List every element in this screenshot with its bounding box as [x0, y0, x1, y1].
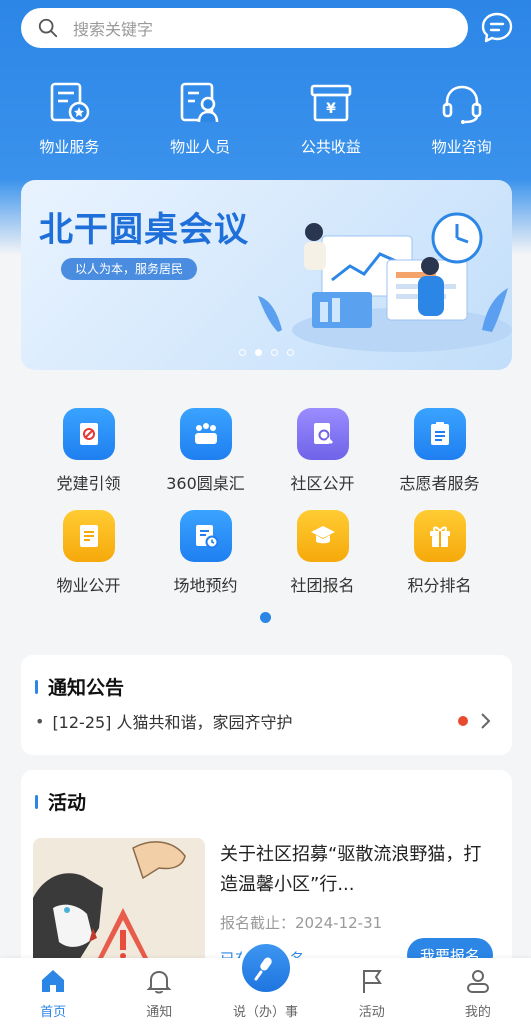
- quick-property-service[interactable]: 物业服务: [9, 80, 129, 160]
- activity-thumbnail[interactable]: [33, 838, 205, 970]
- search-icon: [38, 18, 58, 38]
- banner-carousel[interactable]: 北干圆桌会议 以人为本，服务居民: [21, 180, 512, 370]
- microphone-icon: [254, 957, 272, 981]
- grid-label: 场地预约: [173, 576, 238, 595]
- property-service-icon: [51, 82, 90, 123]
- chevron-right-icon: [481, 713, 491, 729]
- grid-item-points[interactable]: 积分排名: [381, 510, 498, 596]
- notice-card: 通知公告 • [12-25] 人猫共和谐，家园齐守护: [21, 655, 512, 755]
- banner-title: 北干圆桌会议: [39, 210, 249, 250]
- meeting-table-icon: [179, 408, 232, 460]
- grid-label: 物业公开: [56, 576, 121, 595]
- tab-label: 我的: [464, 1005, 491, 1020]
- grid-label: 志愿者服务: [399, 474, 480, 493]
- activity-item-title[interactable]: 关于社区招募“驱散流浪野猫，打造温馨小区”行...: [220, 840, 490, 900]
- activity-title: 活动: [48, 792, 87, 814]
- unread-dot: [458, 716, 468, 726]
- grid-label: 社区公开: [290, 474, 355, 493]
- quick-label: 公共收益: [300, 138, 361, 156]
- gift-icon: [413, 510, 466, 562]
- cat-warning-image: [33, 838, 205, 970]
- tab-label: 活动: [358, 1005, 385, 1020]
- carousel-dot-active[interactable]: [255, 349, 262, 356]
- quick-label: 物业服务: [39, 138, 100, 156]
- flag-icon: [362, 970, 382, 993]
- graduation-cap-icon: [296, 510, 349, 562]
- quick-label: 物业人员: [170, 138, 231, 156]
- quick-entry-row: 物业服务 物业人员 ¥ 公共收益 物业咨询: [0, 80, 531, 160]
- grid-label: 积分排名: [407, 576, 472, 595]
- clipboard-list-icon: [413, 408, 466, 460]
- quick-label: 物业咨询: [431, 138, 492, 156]
- banner-illustration: [258, 212, 512, 352]
- tab-activity[interactable]: 活动: [319, 958, 425, 1024]
- notice-header: 通知公告: [35, 673, 124, 700]
- quick-property-consult[interactable]: 物业咨询: [402, 80, 522, 160]
- public-income-icon: ¥: [310, 84, 352, 122]
- section-accent-bar: [35, 679, 38, 694]
- calendar-clock-icon: [179, 510, 232, 562]
- grid-label: 360圆桌汇: [166, 474, 245, 493]
- notice-text: [12-25] 人猫共和谐，家园齐守护: [52, 713, 293, 732]
- tab-label: 首页: [40, 1005, 67, 1020]
- grid-item-club[interactable]: 社团报名: [264, 510, 381, 596]
- quick-public-income[interactable]: ¥ 公共收益: [271, 80, 391, 160]
- quick-property-staff[interactable]: 物业人员: [140, 80, 260, 160]
- grid-item-venue[interactable]: 场地预约: [147, 510, 264, 596]
- grid-item-community-open[interactable]: 社区公开: [264, 408, 381, 494]
- notice-title: 通知公告: [48, 677, 125, 699]
- notes-icon: [62, 510, 115, 562]
- grid-label: 社团报名: [290, 576, 355, 595]
- property-staff-icon: [180, 82, 219, 123]
- activity-deadline: 报名截止：2024-12-31: [220, 914, 383, 932]
- grid-item-roundtable[interactable]: 360圆桌汇: [147, 408, 264, 494]
- svg-text:¥: ¥: [326, 101, 336, 117]
- banner-subtitle: 以人为本，服务居民: [61, 258, 198, 280]
- tab-home[interactable]: 首页: [0, 958, 106, 1024]
- activity-header: 活动: [35, 788, 86, 815]
- grid-item-volunteer[interactable]: 志愿者服务: [381, 408, 498, 494]
- grid-page-indicator: [260, 612, 271, 623]
- user-icon: [466, 970, 489, 993]
- grid-item-party[interactable]: 党建引领: [30, 408, 147, 494]
- bullet-icon: •: [35, 711, 45, 731]
- carousel-indicator: [21, 349, 512, 356]
- grid-label: 党建引领: [56, 474, 121, 493]
- speak-button[interactable]: [237, 940, 294, 996]
- notice-item[interactable]: • [12-25] 人猫共和谐，家园齐守护: [35, 709, 492, 733]
- tab-notice[interactable]: 通知: [106, 958, 212, 1024]
- message-icon[interactable]: [480, 11, 514, 45]
- carousel-dot[interactable]: [271, 349, 278, 356]
- tab-mine[interactable]: 我的: [425, 958, 531, 1024]
- party-flag-icon: [62, 408, 115, 460]
- section-accent-bar: [35, 794, 38, 809]
- bell-icon: [146, 970, 172, 994]
- tab-label: 通知: [146, 1005, 173, 1020]
- tab-label: 说（办）事: [233, 1005, 299, 1020]
- bottom-tab-bar: 首页 通知 说（办）事 活动 我的: [0, 940, 531, 1024]
- tab-speak[interactable]: 说（办）事: [212, 940, 318, 1024]
- search-placeholder: 搜索关键字: [73, 20, 154, 39]
- carousel-dot[interactable]: [239, 349, 246, 356]
- search-bar[interactable]: 搜索关键字: [21, 8, 468, 48]
- service-grid: 党建引领 360圆桌汇 社区公开 志愿者服务 物业公开 场地预约 社团报名 积分…: [30, 408, 500, 596]
- carousel-dot[interactable]: [287, 349, 294, 356]
- headset-icon: [442, 85, 481, 124]
- document-search-icon: [296, 408, 349, 460]
- grid-item-property-open[interactable]: 物业公开: [30, 510, 147, 596]
- home-icon: [42, 970, 65, 992]
